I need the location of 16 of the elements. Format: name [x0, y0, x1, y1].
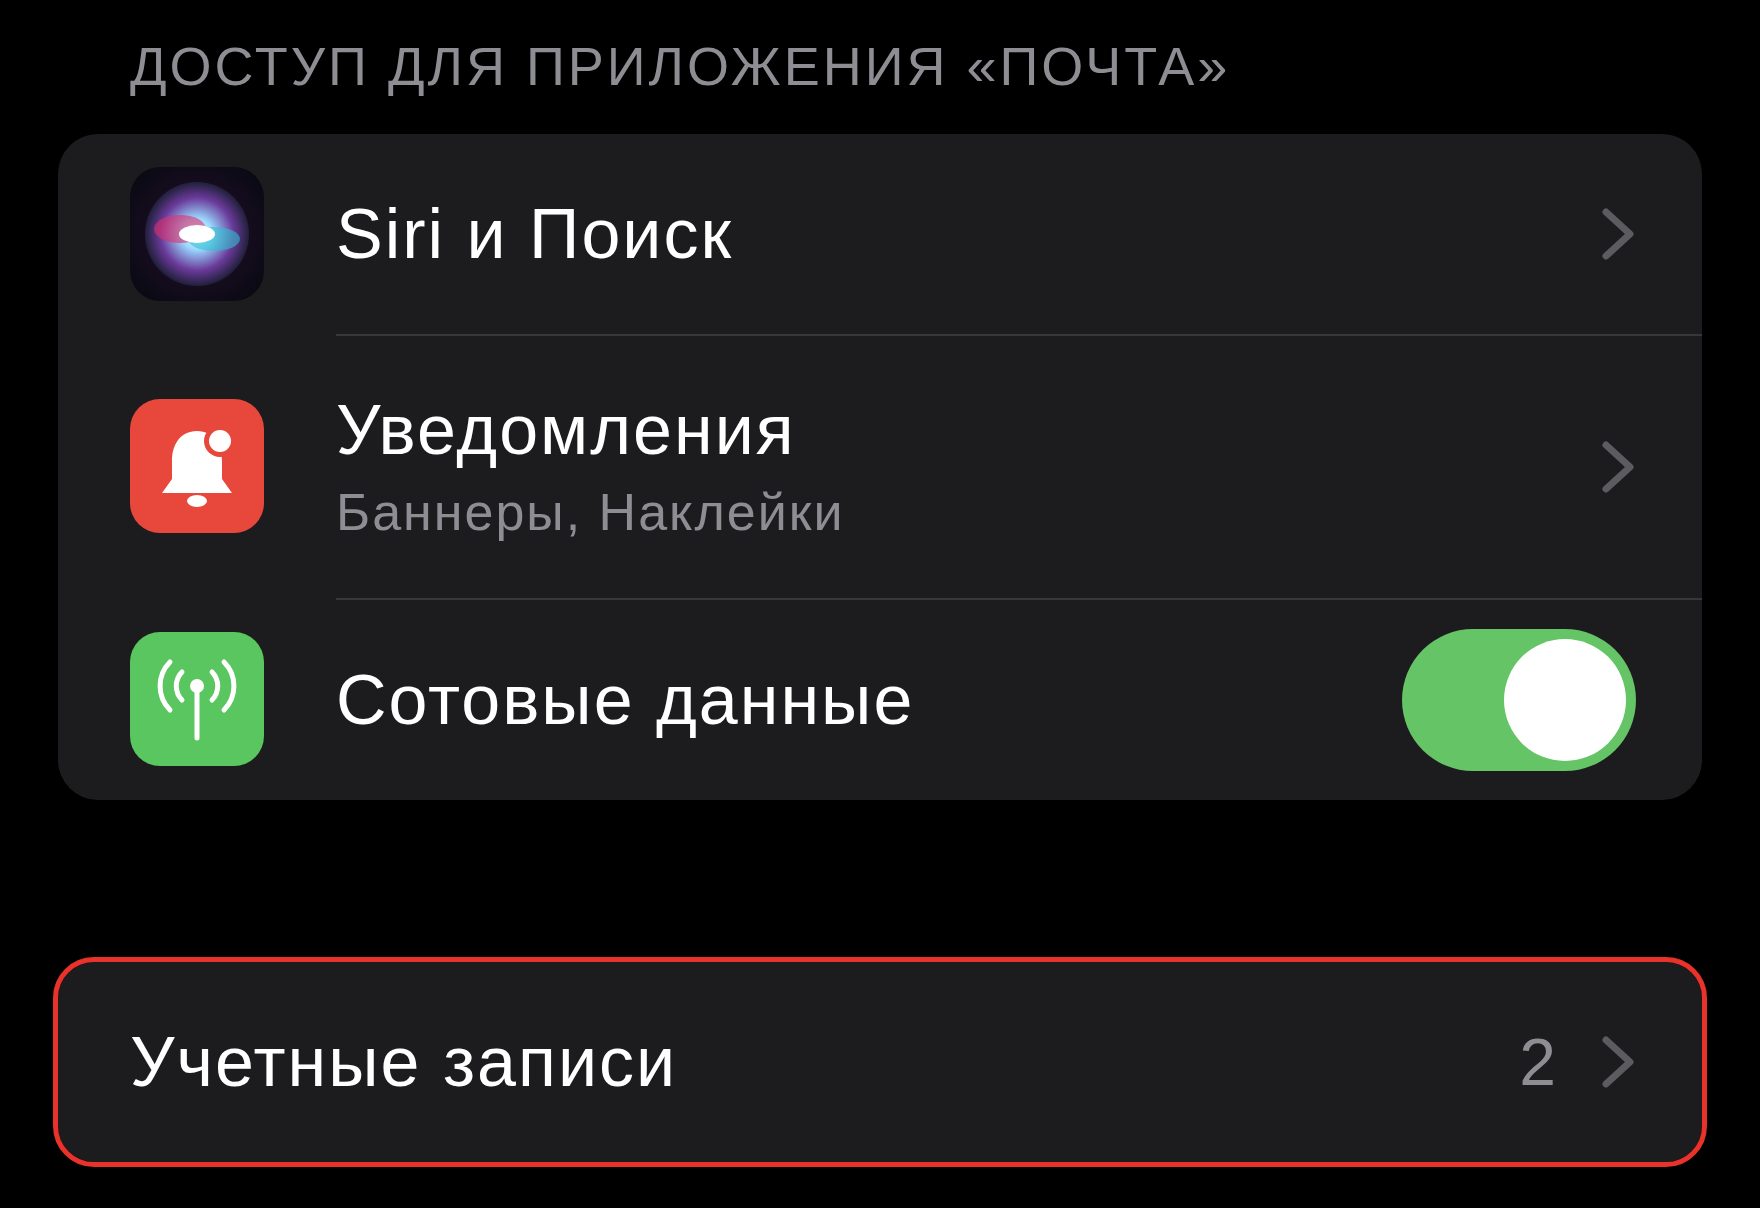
settings-row[interactable]: Siri и Поиск	[58, 134, 1702, 334]
accounts-count: 2	[1519, 1024, 1556, 1101]
bell-icon	[130, 399, 264, 533]
settings-row[interactable]: Уведомления Баннеры, Наклейки	[58, 334, 1702, 598]
row-title: Учетные записи	[130, 1022, 679, 1102]
chevron-icon	[1600, 206, 1636, 262]
row-subtitle: Баннеры, Наклейки	[336, 482, 846, 543]
row-title: Siri и Поиск	[336, 194, 735, 274]
section-header: ДОСТУП ДЛЯ ПРИЛОЖЕНИЯ «ПОЧТА»	[129, 36, 1232, 96]
row-title: Уведомления	[336, 390, 797, 470]
siri-orb-icon	[130, 167, 264, 301]
settings-row[interactable]: Сотовые данные	[58, 598, 1702, 800]
chevron-icon	[1600, 439, 1636, 495]
row-title: Сотовые данные	[336, 660, 916, 740]
chevron-icon	[1600, 1034, 1636, 1090]
antenna-icon	[130, 632, 264, 766]
